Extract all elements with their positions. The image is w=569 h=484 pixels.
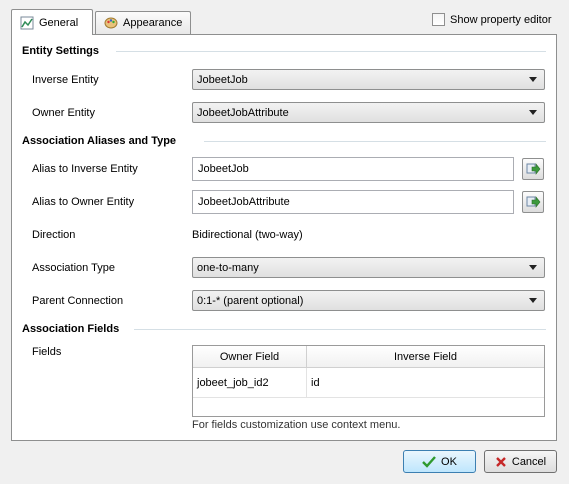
association-type-select[interactable]: one-to-many — [192, 257, 545, 278]
arrow-right-icon — [526, 196, 541, 208]
section-entity-settings: Entity Settings — [22, 45, 100, 57]
chevron-down-icon — [529, 77, 537, 82]
direction-label: Direction — [32, 229, 76, 241]
table-cell-owner-field[interactable]: jobeet_job_id2 — [193, 368, 307, 398]
cancel-button[interactable]: Cancel — [484, 450, 557, 473]
tab-general-label: General — [39, 16, 79, 29]
inverse-entity-label: Inverse Entity — [32, 74, 99, 86]
column-header-inverse-field[interactable]: Inverse Field — [307, 346, 544, 368]
alias-inverse-input[interactable]: JobeetJob — [192, 157, 514, 181]
arrow-right-icon — [526, 163, 541, 175]
alias-inverse-label: Alias to Inverse Entity — [32, 163, 138, 175]
general-panel: Entity Settings Inverse Entity JobeetJob… — [11, 34, 557, 441]
tab-appearance-label: Appearance — [123, 17, 183, 29]
general-chart-icon — [20, 16, 34, 30]
cancel-label: Cancel — [511, 455, 547, 468]
alias-inverse-value: JobeetJob — [198, 163, 249, 175]
checkmark-icon — [422, 455, 436, 468]
owner-entity-select[interactable]: JobeetJobAttribute — [192, 102, 545, 123]
alias-owner-apply-button[interactable] — [522, 191, 544, 213]
column-header-owner-field[interactable]: Owner Field — [193, 346, 307, 368]
direction-value: Bidirectional (two-way) — [192, 229, 303, 241]
section-divider — [134, 329, 546, 330]
table-cell-inverse-field[interactable]: id — [307, 368, 544, 398]
tab-appearance[interactable]: Appearance — [95, 11, 191, 34]
parent-connection-select[interactable]: 0:1-* (parent optional) — [192, 290, 545, 311]
parent-connection-value: 0:1-* (parent optional) — [197, 294, 304, 307]
ok-button[interactable]: OK — [403, 450, 476, 473]
association-type-label: Association Type — [32, 262, 115, 274]
chevron-down-icon — [529, 265, 537, 270]
section-aliases: Association Aliases and Type — [22, 135, 177, 147]
ok-label: OK — [441, 455, 457, 468]
fields-hint: For fields customization use context men… — [192, 419, 401, 431]
owner-entity-label: Owner Entity — [32, 107, 95, 119]
show-property-editor-label: Show property editor — [450, 13, 552, 26]
association-type-value: one-to-many — [197, 261, 259, 274]
close-icon — [496, 456, 506, 467]
show-property-editor[interactable]: Show property editor — [432, 13, 552, 26]
chevron-down-icon — [529, 110, 537, 115]
fields-table[interactable]: Owner Field Inverse Field jobeet_job_id2… — [192, 345, 545, 417]
fields-label: Fields — [32, 346, 62, 358]
tab-general[interactable]: General — [11, 9, 93, 35]
inverse-entity-select[interactable]: JobeetJob — [192, 69, 545, 90]
alias-owner-label: Alias to Owner Entity — [32, 196, 135, 208]
section-divider — [204, 141, 546, 142]
alias-owner-input[interactable]: JobeetJobAttribute — [192, 190, 514, 214]
section-divider — [116, 51, 546, 52]
section-association-fields: Association Fields — [22, 323, 120, 335]
parent-connection-label: Parent Connection — [32, 295, 124, 307]
palette-icon — [104, 16, 118, 30]
show-property-editor-checkbox[interactable] — [432, 13, 445, 26]
alias-inverse-apply-button[interactable] — [522, 158, 544, 180]
alias-owner-value: JobeetJobAttribute — [198, 196, 290, 208]
inverse-entity-value: JobeetJob — [197, 73, 248, 86]
chevron-down-icon — [529, 298, 537, 303]
owner-entity-value: JobeetJobAttribute — [197, 106, 289, 119]
